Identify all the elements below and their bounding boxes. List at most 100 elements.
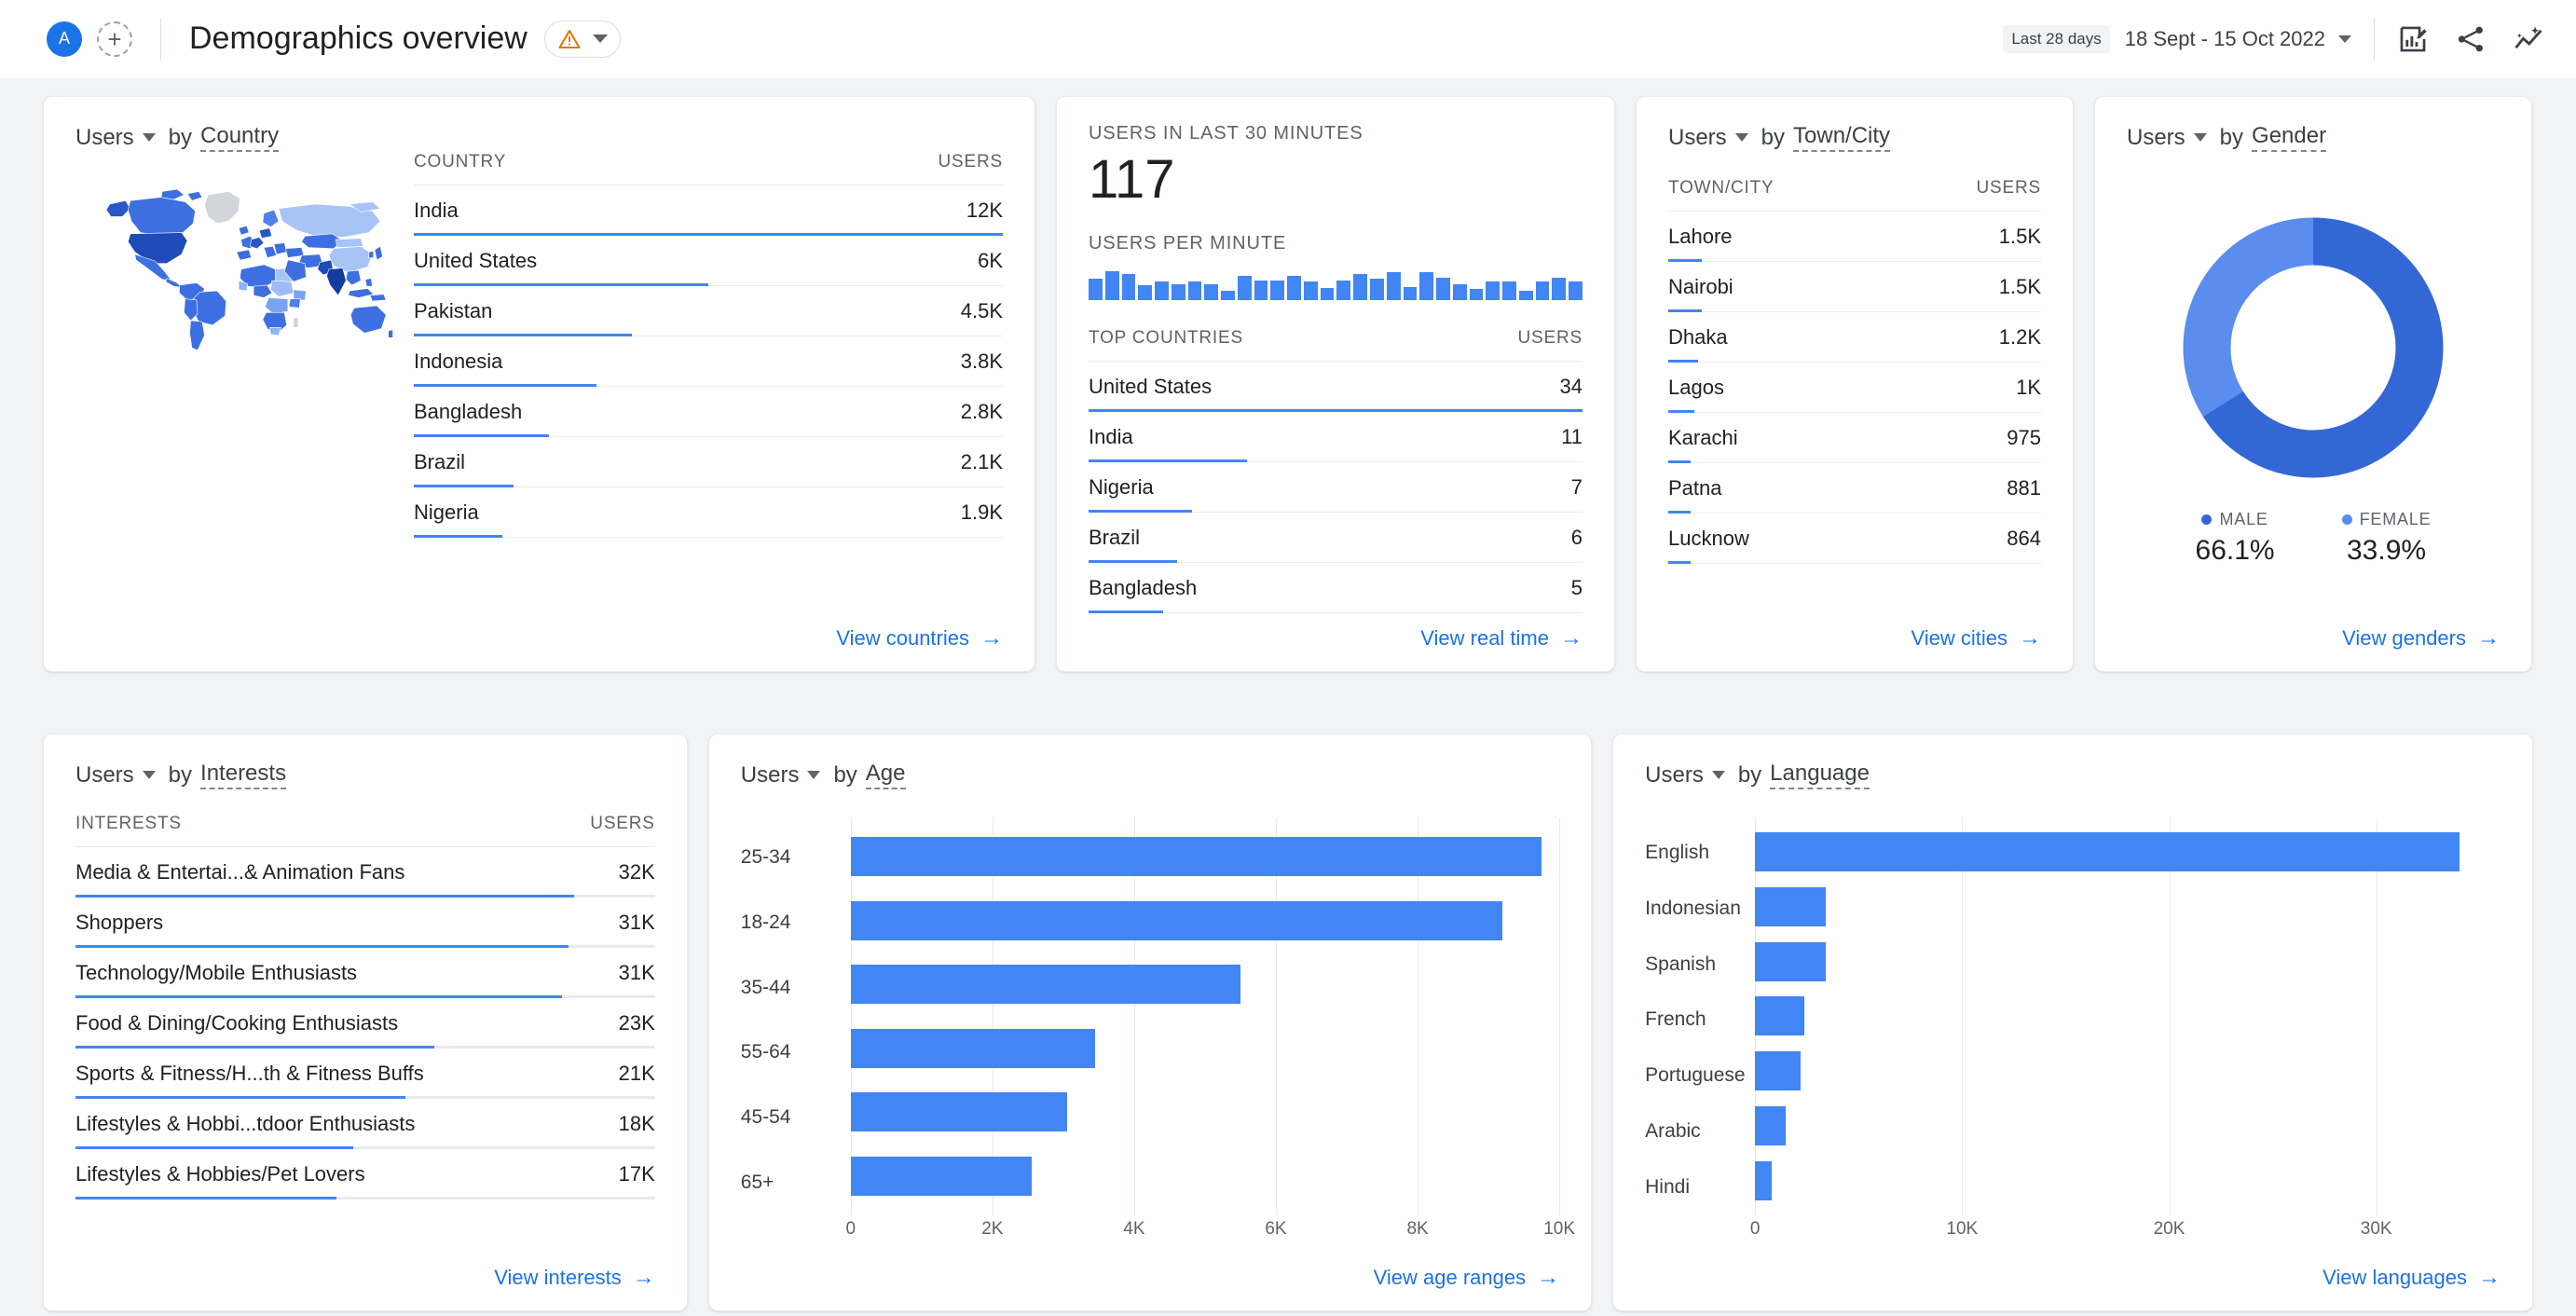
row-value: 31K xyxy=(618,911,655,934)
sparkline-bar xyxy=(1419,271,1434,300)
by-label: by xyxy=(1737,761,1762,788)
metric-selector[interactable]: Users xyxy=(2127,125,2185,151)
table-row[interactable]: United States 6K xyxy=(414,236,1003,286)
category-label: English xyxy=(1645,841,1710,863)
world-map[interactable] xyxy=(75,152,395,363)
category-label: 25-34 xyxy=(740,845,791,868)
table-row[interactable]: India 12K xyxy=(414,185,1003,236)
table-row[interactable]: United States 34 xyxy=(1089,362,1583,412)
link-label: View real time xyxy=(1420,626,1549,650)
table-row[interactable]: Nigeria 1.9K xyxy=(414,487,1003,538)
view-countries-link[interactable]: View countries → xyxy=(836,626,1003,651)
view-interests-link[interactable]: View interests → xyxy=(494,1266,655,1290)
chart-bar[interactable] xyxy=(1755,832,2460,872)
view-real-time-link[interactable]: View real time → xyxy=(1420,626,1583,651)
view-genders-link[interactable]: View genders → xyxy=(2342,626,2500,651)
view-age-ranges-link[interactable]: View age ranges → xyxy=(1374,1266,1560,1290)
table-row[interactable]: Technology/Mobile Enthusiasts 31K xyxy=(75,948,655,998)
chart-bar[interactable] xyxy=(1755,1051,1802,1091)
table-row[interactable]: Shoppers 31K xyxy=(75,898,655,948)
row-label: India xyxy=(1089,425,1133,448)
table-row[interactable]: Lifestyles & Hobbies/Pet Lovers 17K xyxy=(75,1149,655,1199)
row-value: 1.5K xyxy=(1998,275,2041,298)
chart-bar[interactable] xyxy=(850,900,1503,940)
edit-report-icon[interactable] xyxy=(2397,23,2429,55)
metric-selector[interactable]: Users xyxy=(75,762,134,788)
sparkline-bar xyxy=(1518,290,1533,300)
row-bar-fill xyxy=(414,535,502,538)
chart-bar[interactable] xyxy=(1755,887,1826,927)
chart-bar[interactable] xyxy=(850,837,1542,877)
table-row[interactable]: Indonesia 3.8K xyxy=(414,336,1003,387)
row-label: Food & Dining/Cooking Enthusiasts xyxy=(75,1011,399,1035)
sparkline-bar xyxy=(1221,291,1235,300)
row-value: 11 xyxy=(1561,425,1583,448)
chart-bar[interactable] xyxy=(1755,1105,1787,1145)
insights-icon[interactable] xyxy=(2513,23,2544,55)
table-row[interactable]: Bangladesh 5 xyxy=(1089,563,1583,613)
table-row[interactable]: Lagos 1K xyxy=(1668,363,2041,413)
metric-selector[interactable]: Users xyxy=(75,125,134,151)
chart-bar[interactable] xyxy=(1755,996,1805,1036)
chevron-down-icon[interactable] xyxy=(142,133,156,142)
table-row[interactable]: Patna 881 xyxy=(1668,463,2041,514)
view-languages-link[interactable]: View languages → xyxy=(2323,1266,2501,1290)
table-row[interactable]: Lifestyles & Hobbi...tdoor Enthusiasts 18… xyxy=(75,1099,655,1149)
card-users-by-interests: Users by Interests INTERESTS USERS Media… xyxy=(43,733,688,1311)
table-row[interactable]: Dhaka 1.2K xyxy=(1668,312,2041,363)
chart-bar[interactable] xyxy=(850,1092,1067,1132)
card-realtime: USERS IN LAST 30 MINUTES 117 USERS PER M… xyxy=(1056,96,1615,672)
avatar[interactable]: A xyxy=(47,21,82,57)
chevron-down-icon[interactable] xyxy=(142,771,156,779)
add-icon[interactable]: + xyxy=(97,21,132,57)
chart-bar[interactable] xyxy=(1755,1160,1772,1200)
table-row[interactable]: Sports & Fitness/H...th & Fitness Buffs 2… xyxy=(75,1049,655,1099)
table-row[interactable]: Bangladesh 2.8K xyxy=(414,387,1003,437)
table-row[interactable]: Nigeria 7 xyxy=(1089,462,1583,513)
table-row[interactable]: Lahore 1.5K xyxy=(1668,212,2041,262)
chevron-down-icon[interactable] xyxy=(2338,34,2351,43)
dimension-selector[interactable]: Age xyxy=(865,761,906,789)
age-bar-chart[interactable]: 25-34 18-24 35-44 55-64 45-54 65+ 0 2K 4K 6K 8K 10… xyxy=(740,817,1575,1253)
table-row[interactable]: Media & Entertai...& Animation Fans 32K xyxy=(75,847,655,898)
x-axis-tick: 8K xyxy=(1406,1219,1429,1239)
table-row[interactable]: Karachi 975 xyxy=(1668,413,2041,463)
card-header: Users by Language xyxy=(1645,761,2501,789)
gender-donut-chart[interactable] xyxy=(2173,208,2453,487)
share-icon[interactable] xyxy=(2455,23,2487,55)
link-label: View age ranges xyxy=(1373,1266,1527,1289)
table-row[interactable]: Nairobi 1.5K xyxy=(1668,262,2041,312)
chevron-down-icon[interactable] xyxy=(1734,133,1748,142)
chevron-down-icon[interactable] xyxy=(1711,771,1725,779)
language-bar-chart[interactable]: English Indonesian Spanish French Portuguese… xyxy=(1645,817,2501,1253)
chart-bar[interactable] xyxy=(850,1028,1096,1068)
table-row[interactable]: Pakistan 4.5K xyxy=(414,286,1003,336)
table-row[interactable]: Lucknow 864 xyxy=(1668,514,2041,564)
chart-bar[interactable] xyxy=(850,1156,1032,1196)
row-label: Lucknow xyxy=(1668,527,1749,550)
chevron-down-icon[interactable] xyxy=(592,34,608,43)
metric-selector[interactable]: Users xyxy=(741,762,800,788)
chart-bar[interactable] xyxy=(1755,941,1826,981)
chart-bar[interactable] xyxy=(850,965,1240,1005)
metric-selector[interactable]: Users xyxy=(1668,125,1727,151)
dimension-selector[interactable]: Country xyxy=(200,123,280,152)
dimension-selector[interactable]: Language xyxy=(1770,761,1870,789)
report-status-chip[interactable] xyxy=(543,20,621,58)
row-value: 1K xyxy=(2016,376,2041,399)
category-label: Spanish xyxy=(1645,953,1717,975)
table-row[interactable]: Brazil 2.1K xyxy=(414,437,1003,487)
metric-selector[interactable]: Users xyxy=(1645,762,1704,788)
sparkline-bar xyxy=(1353,274,1368,300)
dimension-selector[interactable]: Gender xyxy=(2252,123,2327,152)
row-label: Brazil xyxy=(1089,526,1141,549)
chevron-down-icon[interactable] xyxy=(2193,133,2207,142)
chevron-down-icon[interactable] xyxy=(807,771,821,779)
dimension-selector[interactable]: Interests xyxy=(200,761,287,789)
date-range-label[interactable]: 18 Sept - 15 Oct 2022 xyxy=(2125,27,2325,51)
table-row[interactable]: Brazil 6 xyxy=(1089,513,1583,563)
view-cities-link[interactable]: View cities → xyxy=(1911,626,2041,651)
table-row[interactable]: Food & Dining/Cooking Enthusiasts 23K xyxy=(75,998,655,1049)
dimension-selector[interactable]: Town/City xyxy=(1793,123,1891,152)
table-row[interactable]: India 11 xyxy=(1089,412,1583,462)
